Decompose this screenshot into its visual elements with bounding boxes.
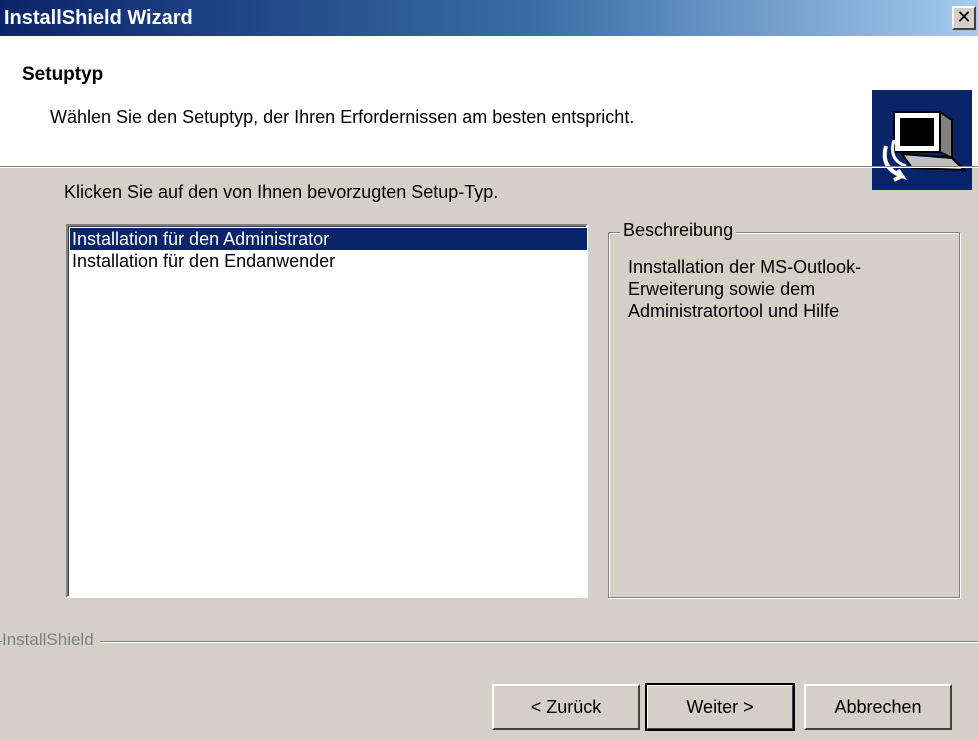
cancel-button[interactable]: Abbrechen (804, 684, 952, 730)
close-button[interactable]: ✕ (952, 6, 976, 30)
window-title: InstallShield Wizard (4, 7, 193, 29)
page-subtitle: Wählen Sie den Setuptyp, der Ihren Erfor… (50, 107, 635, 127)
setup-type-listbox[interactable]: Installation für den Administrator Insta… (66, 224, 588, 598)
instruction-text: Klicken Sie auf den von Ihnen bevorzugte… (64, 182, 499, 202)
page-title: Setuptyp (22, 64, 104, 85)
close-icon: ✕ (956, 7, 972, 27)
back-button[interactable]: < Zurück (492, 684, 640, 730)
setup-computer-icon (872, 90, 972, 190)
footer-divider (0, 641, 978, 643)
header-divider (0, 166, 978, 168)
list-item-endanwender[interactable]: Installation für den Endanwender (70, 250, 587, 272)
description-text: Innstallation der MS-Outlook-Erweiterung… (628, 257, 862, 321)
installshield-wizard-window: InstallShield Wizard ✕ Setuptyp Wählen S… (0, 0, 978, 740)
title-bar[interactable]: InstallShield Wizard ✕ (0, 0, 978, 36)
list-item-administrator[interactable]: Installation für den Administrator (70, 228, 587, 250)
next-button[interactable]: Weiter > (645, 683, 795, 731)
installshield-brand-label: InstallShield (2, 630, 100, 650)
wizard-header: Setuptyp Wählen Sie den Setuptyp, der Ih… (0, 36, 978, 190)
listbox-frame: Installation für den Administrator Insta… (68, 226, 587, 596)
description-legend: Beschreibung (620, 220, 737, 241)
